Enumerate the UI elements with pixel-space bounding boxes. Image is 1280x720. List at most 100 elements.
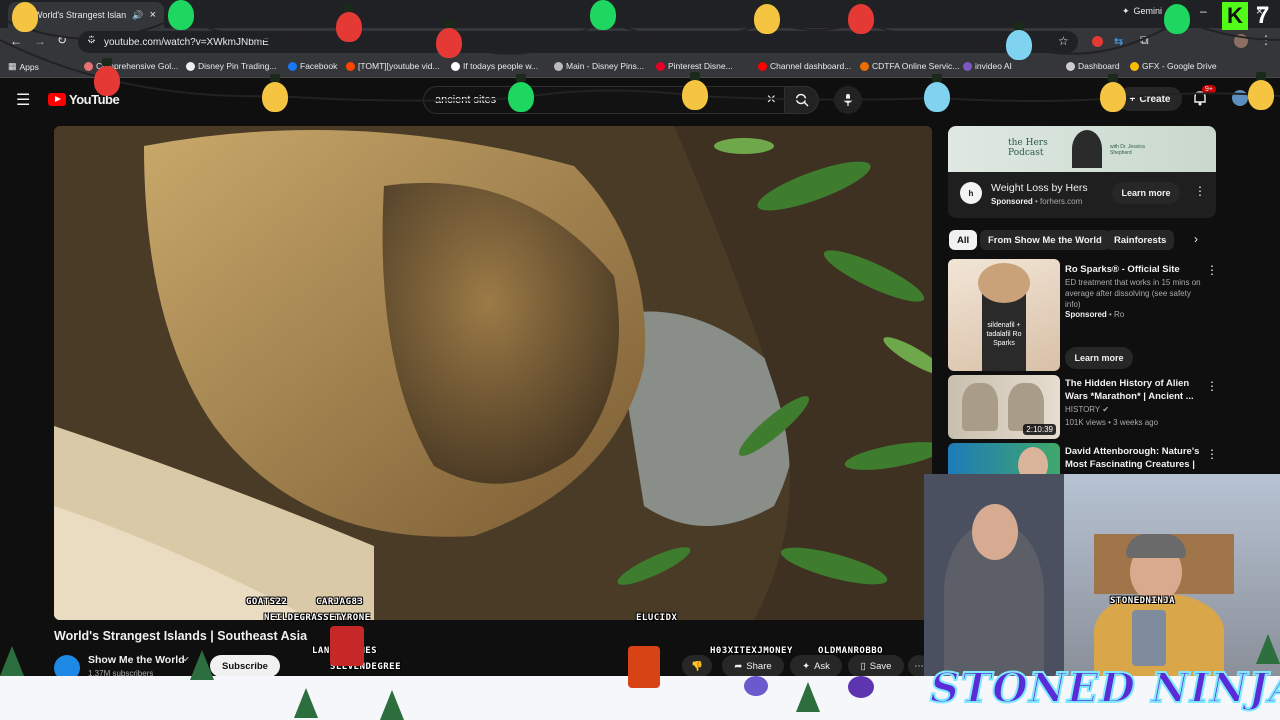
thumb-caption: sildenafil + tadalafil Ro Sparks bbox=[986, 322, 1022, 347]
ad-meta: Sponsored • forhers.com bbox=[991, 197, 1083, 206]
ad-banner-title: the Hers Podcast bbox=[1008, 138, 1048, 158]
cam-person-left-head bbox=[972, 504, 1018, 560]
rec-learn-more-button[interactable]: Learn more bbox=[1065, 347, 1133, 369]
thumb-face bbox=[1018, 447, 1048, 475]
light-bulb-icon bbox=[1100, 74, 1126, 112]
dislike-button[interactable]: 👎 bbox=[682, 655, 712, 677]
verified-icon: ✔ bbox=[1102, 405, 1110, 414]
rec-thumbnail[interactable]: sildenafil + tadalafil Ro Sparks bbox=[948, 259, 1060, 371]
ad-banner-sub: with Dr. Jessica Shepherd bbox=[1110, 144, 1145, 156]
chip-label: From Show Me the World bbox=[988, 234, 1102, 246]
rec-meta: Sponsored • Ro bbox=[1065, 310, 1125, 319]
ask-button[interactable]: ✦ Ask bbox=[790, 655, 842, 677]
chip-label: All bbox=[957, 234, 970, 246]
ad-domain: forhers.com bbox=[1040, 197, 1083, 206]
ad-banner-portrait bbox=[1072, 130, 1102, 168]
recommendation-ro[interactable]: sildenafil + tadalafil Ro Sparks Ro Spar… bbox=[948, 259, 1218, 371]
chip-rainforests[interactable]: Rainforests bbox=[1106, 230, 1175, 250]
video-frame-tapir-in-mud bbox=[54, 126, 932, 620]
light-bulb-icon bbox=[94, 58, 120, 96]
light-bulb-icon bbox=[1248, 72, 1274, 110]
chatter-nick: NEILDEGRASSETYRONE bbox=[264, 613, 371, 623]
subscribe-label: Subscribe bbox=[222, 660, 268, 672]
rec-more-icon[interactable]: ⋮ bbox=[1206, 379, 1218, 393]
light-bulb-icon bbox=[682, 72, 708, 110]
webcam-overlay bbox=[924, 474, 1280, 678]
rec-learn-more-label: Learn more bbox=[1074, 353, 1124, 363]
pixel-character-sprite bbox=[744, 676, 768, 696]
stoned-ninja-brand-text: STONED NINJA bbox=[929, 663, 1280, 713]
rec-more-icon[interactable]: ⋮ bbox=[1206, 447, 1218, 461]
ad-learn-more-button[interactable]: Learn more bbox=[1112, 182, 1180, 204]
rec-meta: 101K views • 3 weeks ago bbox=[1065, 418, 1159, 427]
sponsored-ad-card[interactable]: the Hers Podcast with Dr. Jessica Shephe… bbox=[948, 126, 1216, 218]
video-title: World's Strangest Islands | Southeast As… bbox=[54, 629, 308, 643]
rec-description: ED treatment that works in 15 mins on av… bbox=[1065, 278, 1201, 309]
channel-name[interactable]: Show Me the World bbox=[88, 654, 185, 666]
chip-channel[interactable]: From Show Me the World bbox=[980, 230, 1110, 250]
chatter-nick: GOATS22 bbox=[246, 597, 288, 607]
pixel-character-sprite bbox=[628, 646, 660, 688]
rec-sponsored: Sponsored bbox=[1065, 310, 1107, 319]
rec-title: David Attenborough: Nature's Most Fascin… bbox=[1065, 446, 1200, 475]
light-bulb-icon bbox=[924, 74, 950, 112]
cam-person-right-hat bbox=[1126, 534, 1186, 558]
tree-decoration bbox=[190, 650, 214, 680]
light-bulb-icon bbox=[436, 20, 462, 58]
pixel-character-sprite bbox=[848, 676, 874, 698]
share-button[interactable]: ➦ Share bbox=[722, 655, 784, 677]
share-label: Share bbox=[746, 660, 772, 672]
recommendation-history[interactable]: 2:10:39 The Hidden History of Alien Wars… bbox=[948, 375, 1218, 439]
chip-all[interactable]: All bbox=[949, 230, 978, 250]
light-bulb-icon bbox=[508, 74, 534, 112]
thumb-hair bbox=[978, 263, 1030, 303]
ad-title: Weight Loss by Hers bbox=[991, 182, 1088, 194]
ad-banner[interactable]: the Hers Podcast with Dr. Jessica Shephe… bbox=[948, 126, 1216, 172]
tree-decoration bbox=[0, 646, 24, 676]
share-icon: ➦ bbox=[734, 660, 743, 672]
rec-advertiser: Ro bbox=[1114, 310, 1125, 319]
subscribe-button[interactable]: Subscribe bbox=[210, 655, 280, 677]
verified-icon: ✔ bbox=[183, 655, 190, 664]
bookmark-icon: ▯ bbox=[860, 660, 866, 672]
rec-title: Ro Sparks® - Official Site bbox=[1065, 264, 1180, 275]
light-bulb-icon bbox=[168, 0, 194, 30]
rec-channel-name: HISTORY bbox=[1065, 405, 1101, 414]
pixel-character-sprite bbox=[1132, 610, 1166, 666]
ad-sponsored: Sponsored bbox=[991, 197, 1033, 206]
ad-learn-more-label: Learn more bbox=[1121, 188, 1171, 198]
chatter-nick: ELUCIDX bbox=[636, 613, 678, 623]
hers-logo: h bbox=[960, 182, 982, 204]
rec-more-icon[interactable]: ⋮ bbox=[1206, 263, 1218, 277]
save-button[interactable]: ▯ Save bbox=[848, 655, 904, 677]
tree-decoration bbox=[1256, 634, 1280, 664]
light-bulb-icon bbox=[12, 0, 38, 32]
chatter-nick: H03XITEXJMONEY bbox=[710, 646, 793, 656]
rec-thumbnail[interactable]: 2:10:39 bbox=[948, 375, 1060, 439]
rec-thumbnail[interactable] bbox=[948, 443, 1060, 475]
thumbs-down-icon: 👎 bbox=[691, 660, 703, 672]
rec-title: The Hidden History of Alien Wars *Marath… bbox=[1065, 378, 1194, 402]
pixel-character-sprite bbox=[330, 626, 364, 666]
light-bulb-icon bbox=[262, 74, 288, 112]
ad-more-icon[interactable]: ⋮ bbox=[1194, 184, 1206, 198]
chatter-nick: OLDMANROBBO bbox=[818, 646, 884, 656]
video-player[interactable] bbox=[54, 126, 932, 620]
light-bulb-icon bbox=[754, 0, 780, 34]
recommendation-attenborough[interactable]: David Attenborough: Nature's Most Fascin… bbox=[948, 443, 1218, 475]
light-bulb-icon bbox=[590, 0, 616, 30]
light-bulb-icon bbox=[336, 4, 362, 42]
chatter-nick: STONEDNINJA bbox=[1110, 596, 1176, 606]
tree-decoration bbox=[380, 690, 404, 720]
tree-decoration bbox=[796, 682, 820, 712]
rec-channel: HISTORY ✔ bbox=[1065, 405, 1109, 414]
chip-label: Rainforests bbox=[1114, 234, 1167, 246]
save-label: Save bbox=[869, 660, 892, 672]
ask-label: Ask bbox=[814, 660, 830, 672]
light-bulb-icon bbox=[1164, 0, 1190, 34]
light-bulb-icon bbox=[1006, 22, 1032, 60]
chips-next-icon[interactable]: › bbox=[1194, 232, 1198, 246]
rec-duration: 2:10:39 bbox=[1023, 424, 1056, 435]
chatter-nick: CARJAG83 bbox=[316, 597, 364, 607]
light-bulb-icon bbox=[848, 0, 874, 34]
